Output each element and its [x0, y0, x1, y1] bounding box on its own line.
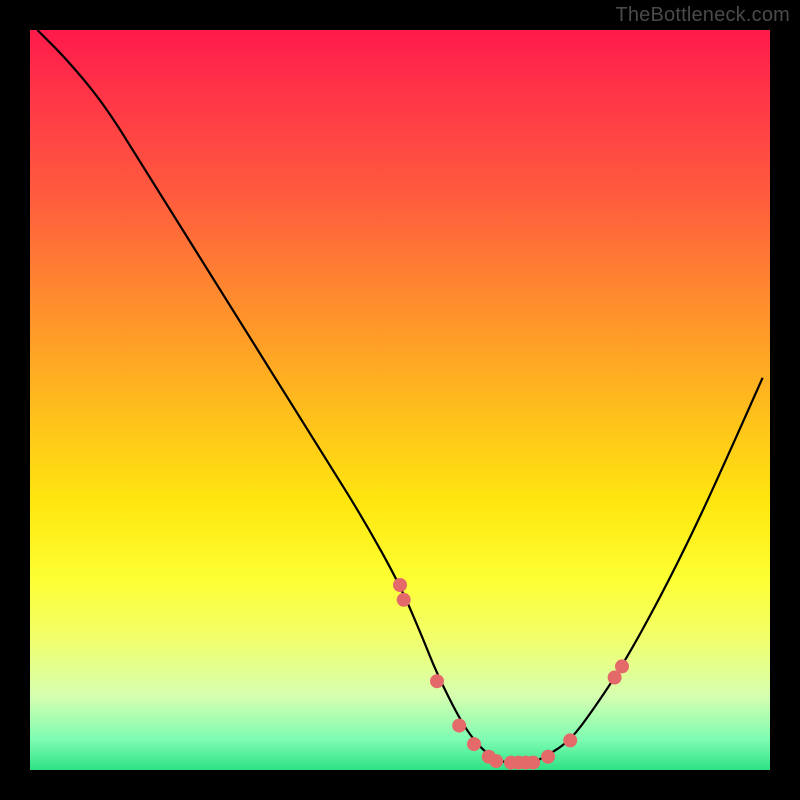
- curve-path: [37, 30, 762, 763]
- data-marker: [467, 737, 481, 751]
- data-marker: [541, 750, 555, 764]
- data-marker: [452, 719, 466, 733]
- data-marker: [563, 733, 577, 747]
- data-marker: [397, 593, 411, 607]
- data-marker: [430, 674, 444, 688]
- marker-group: [393, 578, 629, 770]
- data-marker: [489, 754, 503, 768]
- chart-frame: TheBottleneck.com: [0, 0, 800, 800]
- plot-area: [30, 30, 770, 770]
- data-marker: [615, 659, 629, 673]
- chart-svg: [30, 30, 770, 770]
- data-marker: [393, 578, 407, 592]
- data-marker: [526, 756, 540, 770]
- curve-path-group: [37, 30, 762, 763]
- watermark-label: TheBottleneck.com: [615, 4, 790, 27]
